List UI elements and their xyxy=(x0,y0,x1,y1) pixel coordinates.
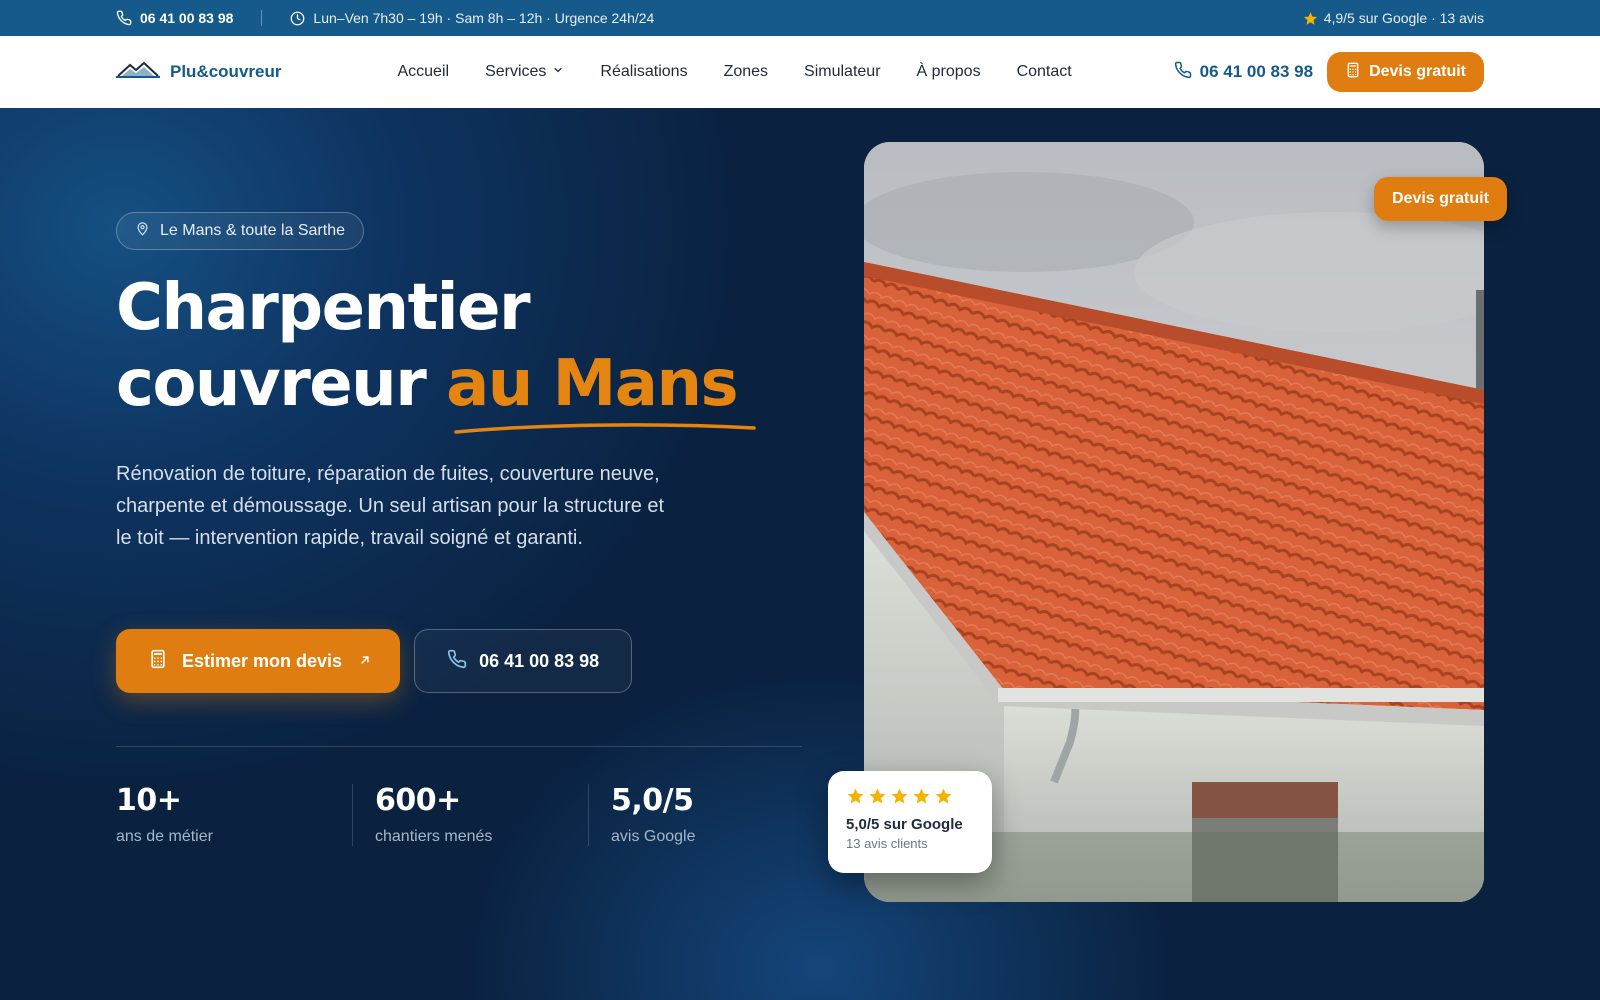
divider xyxy=(261,10,263,26)
nav-item-simulateur[interactable]: Simulateur xyxy=(786,63,898,81)
nav-label: Réalisations xyxy=(600,63,688,80)
top-bar: 06 41 00 83 98 Lun–Ven 7h30 – 19h · Sam … xyxy=(0,0,1600,36)
call-button-label: 06 41 00 83 98 xyxy=(479,650,600,671)
hero-title: Charpentier couvreur au Mans xyxy=(116,270,739,422)
devis-gratuit-button[interactable]: Devis gratuit xyxy=(1327,52,1484,92)
hero-title-line2: couvreur au Mans xyxy=(116,346,739,422)
logo[interactable]: Plu&couvreur xyxy=(116,60,281,85)
stat-label: ans de métier xyxy=(116,828,213,845)
stat-years: 10+ ans de métier xyxy=(116,784,352,846)
star-rating xyxy=(846,787,974,810)
phone-icon xyxy=(1174,61,1192,84)
nav-phone-link[interactable]: 06 41 00 83 98 xyxy=(1174,61,1313,84)
nav-item-zones[interactable]: Zones xyxy=(706,63,786,81)
nav-label: Contact xyxy=(1016,63,1072,80)
estimer-devis-button[interactable]: Estimer mon devis xyxy=(116,629,401,693)
hero-title-accent: au Mans xyxy=(446,347,739,421)
title-underline xyxy=(454,423,756,434)
star-icon xyxy=(912,787,931,810)
calculator-icon xyxy=(1345,62,1361,83)
location-pill: Le Mans & toute la Sarthe xyxy=(116,212,364,250)
nav-label: Services xyxy=(485,63,547,80)
hero-title-line1: Charpentier xyxy=(116,271,531,345)
topbar-hours: Lun–Ven 7h30 – 19h · Sam 8h – 12h · Urge… xyxy=(290,10,654,26)
stats-row: 10+ ans de métier 600+ chantiers menés 5… xyxy=(116,784,824,846)
roof-logo-icon xyxy=(116,60,160,85)
estimer-devis-label: Estimer mon devis xyxy=(182,650,343,671)
nav-actions: 06 41 00 83 98 Devis gratuit xyxy=(1174,52,1484,92)
star-icon xyxy=(934,787,953,810)
nav-item-accueil[interactable]: Accueil xyxy=(379,63,467,81)
location-text: Le Mans & toute la Sarthe xyxy=(160,222,345,239)
google-review-card: 5,0/5 sur Google 13 avis clients xyxy=(828,771,992,873)
star-icon xyxy=(1303,11,1318,26)
arrow-up-right-icon xyxy=(358,651,372,672)
nav-phone-text: 06 41 00 83 98 xyxy=(1199,62,1314,81)
phone-icon xyxy=(116,10,132,26)
topbar-phone[interactable]: 06 41 00 83 98 xyxy=(116,10,233,26)
photo-devis-badge[interactable]: Devis gratuit xyxy=(1374,177,1507,221)
map-pin-icon xyxy=(135,221,150,241)
star-icon xyxy=(846,787,865,810)
star-icon xyxy=(890,787,909,810)
stat-projects: 600+ chantiers menés xyxy=(352,784,588,846)
star-icon xyxy=(868,787,887,810)
hero-cta-row: Estimer mon devis 06 41 00 83 98 xyxy=(116,629,633,693)
rating-text: 4,9/5 sur Google · 13 avis xyxy=(1323,10,1484,26)
nav-label: Zones xyxy=(723,63,769,80)
topbar-rating: 4,9/5 sur Google · 13 avis xyxy=(1303,10,1484,26)
hero-title-line2-start: couvreur xyxy=(116,347,447,421)
nav-label: Simulateur xyxy=(804,63,881,80)
stat-value: 10+ xyxy=(116,783,182,818)
stat-value: 5,0/5 xyxy=(611,783,694,818)
call-button[interactable]: 06 41 00 83 98 xyxy=(414,629,633,693)
stat-label: chantiers menés xyxy=(375,828,493,845)
logo-text: Plu&couvreur xyxy=(170,62,282,81)
review-subtitle: 13 avis clients xyxy=(846,836,928,851)
nav-label: À propos xyxy=(916,63,981,80)
devis-gratuit-label: Devis gratuit xyxy=(1369,63,1466,80)
stat-value: 600+ xyxy=(375,783,461,818)
nav-menu: Accueil Services Réalisations Zones Simu… xyxy=(379,63,1089,81)
nav-label: Accueil xyxy=(397,63,450,80)
nav-item-contact[interactable]: Contact xyxy=(999,63,1090,81)
chevron-down-icon xyxy=(552,63,564,81)
clock-icon xyxy=(290,11,305,26)
photo-badge-label: Devis gratuit xyxy=(1392,190,1489,207)
stats-divider xyxy=(116,746,802,747)
main-nav: Plu&couvreur Accueil Services Réalisatio… xyxy=(0,36,1600,108)
stat-label: avis Google xyxy=(611,828,696,845)
calculator-icon xyxy=(148,649,168,674)
nav-item-services[interactable]: Services xyxy=(467,63,582,81)
nav-item-realisations[interactable]: Réalisations xyxy=(582,63,705,81)
hours-text: Lun–Ven 7h30 – 19h · Sam 8h – 12h · Urge… xyxy=(313,10,655,26)
stat-rating: 5,0/5 avis Google xyxy=(588,784,824,846)
review-title: 5,0/5 sur Google xyxy=(846,816,963,833)
nav-item-a-propos[interactable]: À propos xyxy=(899,63,999,81)
phone-icon xyxy=(447,649,467,674)
hero-lead: Rénovation de toiture, réparation de fui… xyxy=(116,463,665,549)
topbar-phone-text: 06 41 00 83 98 xyxy=(140,10,234,26)
